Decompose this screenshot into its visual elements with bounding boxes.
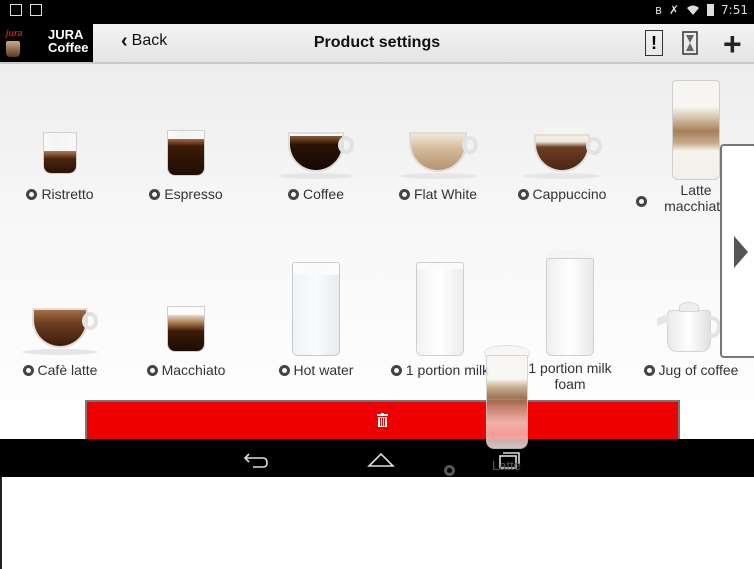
product-label: Ristretto xyxy=(41,186,94,202)
product-label: Flat White xyxy=(413,186,477,202)
dragged-product-ghost[interactable] xyxy=(480,345,540,455)
product-label: Cappuccino xyxy=(532,186,607,202)
gear-icon[interactable] xyxy=(517,189,529,200)
mute-icon: ✗ xyxy=(668,3,680,17)
gear-icon[interactable] xyxy=(390,365,402,376)
gear-icon[interactable] xyxy=(643,365,655,376)
wifi-icon xyxy=(687,5,700,15)
product-label: Espresso xyxy=(164,186,223,202)
product-flat-white[interactable]: Flat White xyxy=(378,124,498,202)
chevron-right-icon xyxy=(734,236,748,268)
gear-icon xyxy=(444,465,455,476)
gear-icon[interactable] xyxy=(278,365,290,376)
gear-icon[interactable] xyxy=(636,196,647,207)
product-espresso[interactable]: Espresso xyxy=(126,124,246,202)
status-bar: ʙ ✗ 7:51 xyxy=(0,0,754,24)
bluetooth-icon: ʙ xyxy=(655,3,662,17)
product-cappuccino[interactable]: Cappuccino xyxy=(502,124,622,202)
product-label: Jug of coffee xyxy=(658,362,739,378)
gear-icon[interactable] xyxy=(149,189,161,200)
product-hot-water[interactable]: Hot water xyxy=(256,260,376,378)
download-icon xyxy=(30,4,42,16)
nav-home-icon[interactable] xyxy=(366,448,396,470)
product-ristretto[interactable]: Ristretto xyxy=(0,124,120,202)
product-label: Cafè latte xyxy=(37,362,98,378)
product-label: Macchiato xyxy=(161,362,226,378)
app-bar: jura JURA Coffee ‹ Back Product settings… xyxy=(0,24,754,64)
hourglass-icon[interactable] xyxy=(682,30,698,56)
nav-back-icon[interactable] xyxy=(241,448,271,470)
product-label: 1 portion milk xyxy=(405,362,490,378)
gear-icon[interactable] xyxy=(398,189,410,200)
status-time: 7:51 xyxy=(721,3,748,17)
gear-icon[interactable] xyxy=(146,365,158,376)
product-coffee[interactable]: Coffee xyxy=(256,124,376,202)
info-exclamation-icon[interactable]: ! xyxy=(645,30,663,56)
gear-icon[interactable] xyxy=(26,189,38,200)
battery-icon xyxy=(707,4,715,16)
page-title: Product settings xyxy=(313,34,441,51)
product-macchiato[interactable]: Macchiato xyxy=(126,300,246,378)
gear-icon[interactable] xyxy=(288,189,299,200)
add-product-button[interactable]: + xyxy=(723,24,742,64)
image-icon xyxy=(10,4,22,16)
product-cafe-latte[interactable]: Cafè latte xyxy=(0,300,120,378)
product-label: Coffee xyxy=(303,186,344,202)
delete-drop-zone[interactable] xyxy=(85,400,680,439)
dragged-product-label: Latte xyxy=(492,458,521,473)
next-page-button[interactable] xyxy=(720,144,754,358)
product-grid: Ristretto Espresso Coffee Flat White Cap… xyxy=(0,64,754,439)
product-label: Hot water xyxy=(293,362,354,378)
trash-icon xyxy=(377,413,388,427)
android-nav-bar xyxy=(0,439,754,477)
gear-icon[interactable] xyxy=(22,365,34,376)
